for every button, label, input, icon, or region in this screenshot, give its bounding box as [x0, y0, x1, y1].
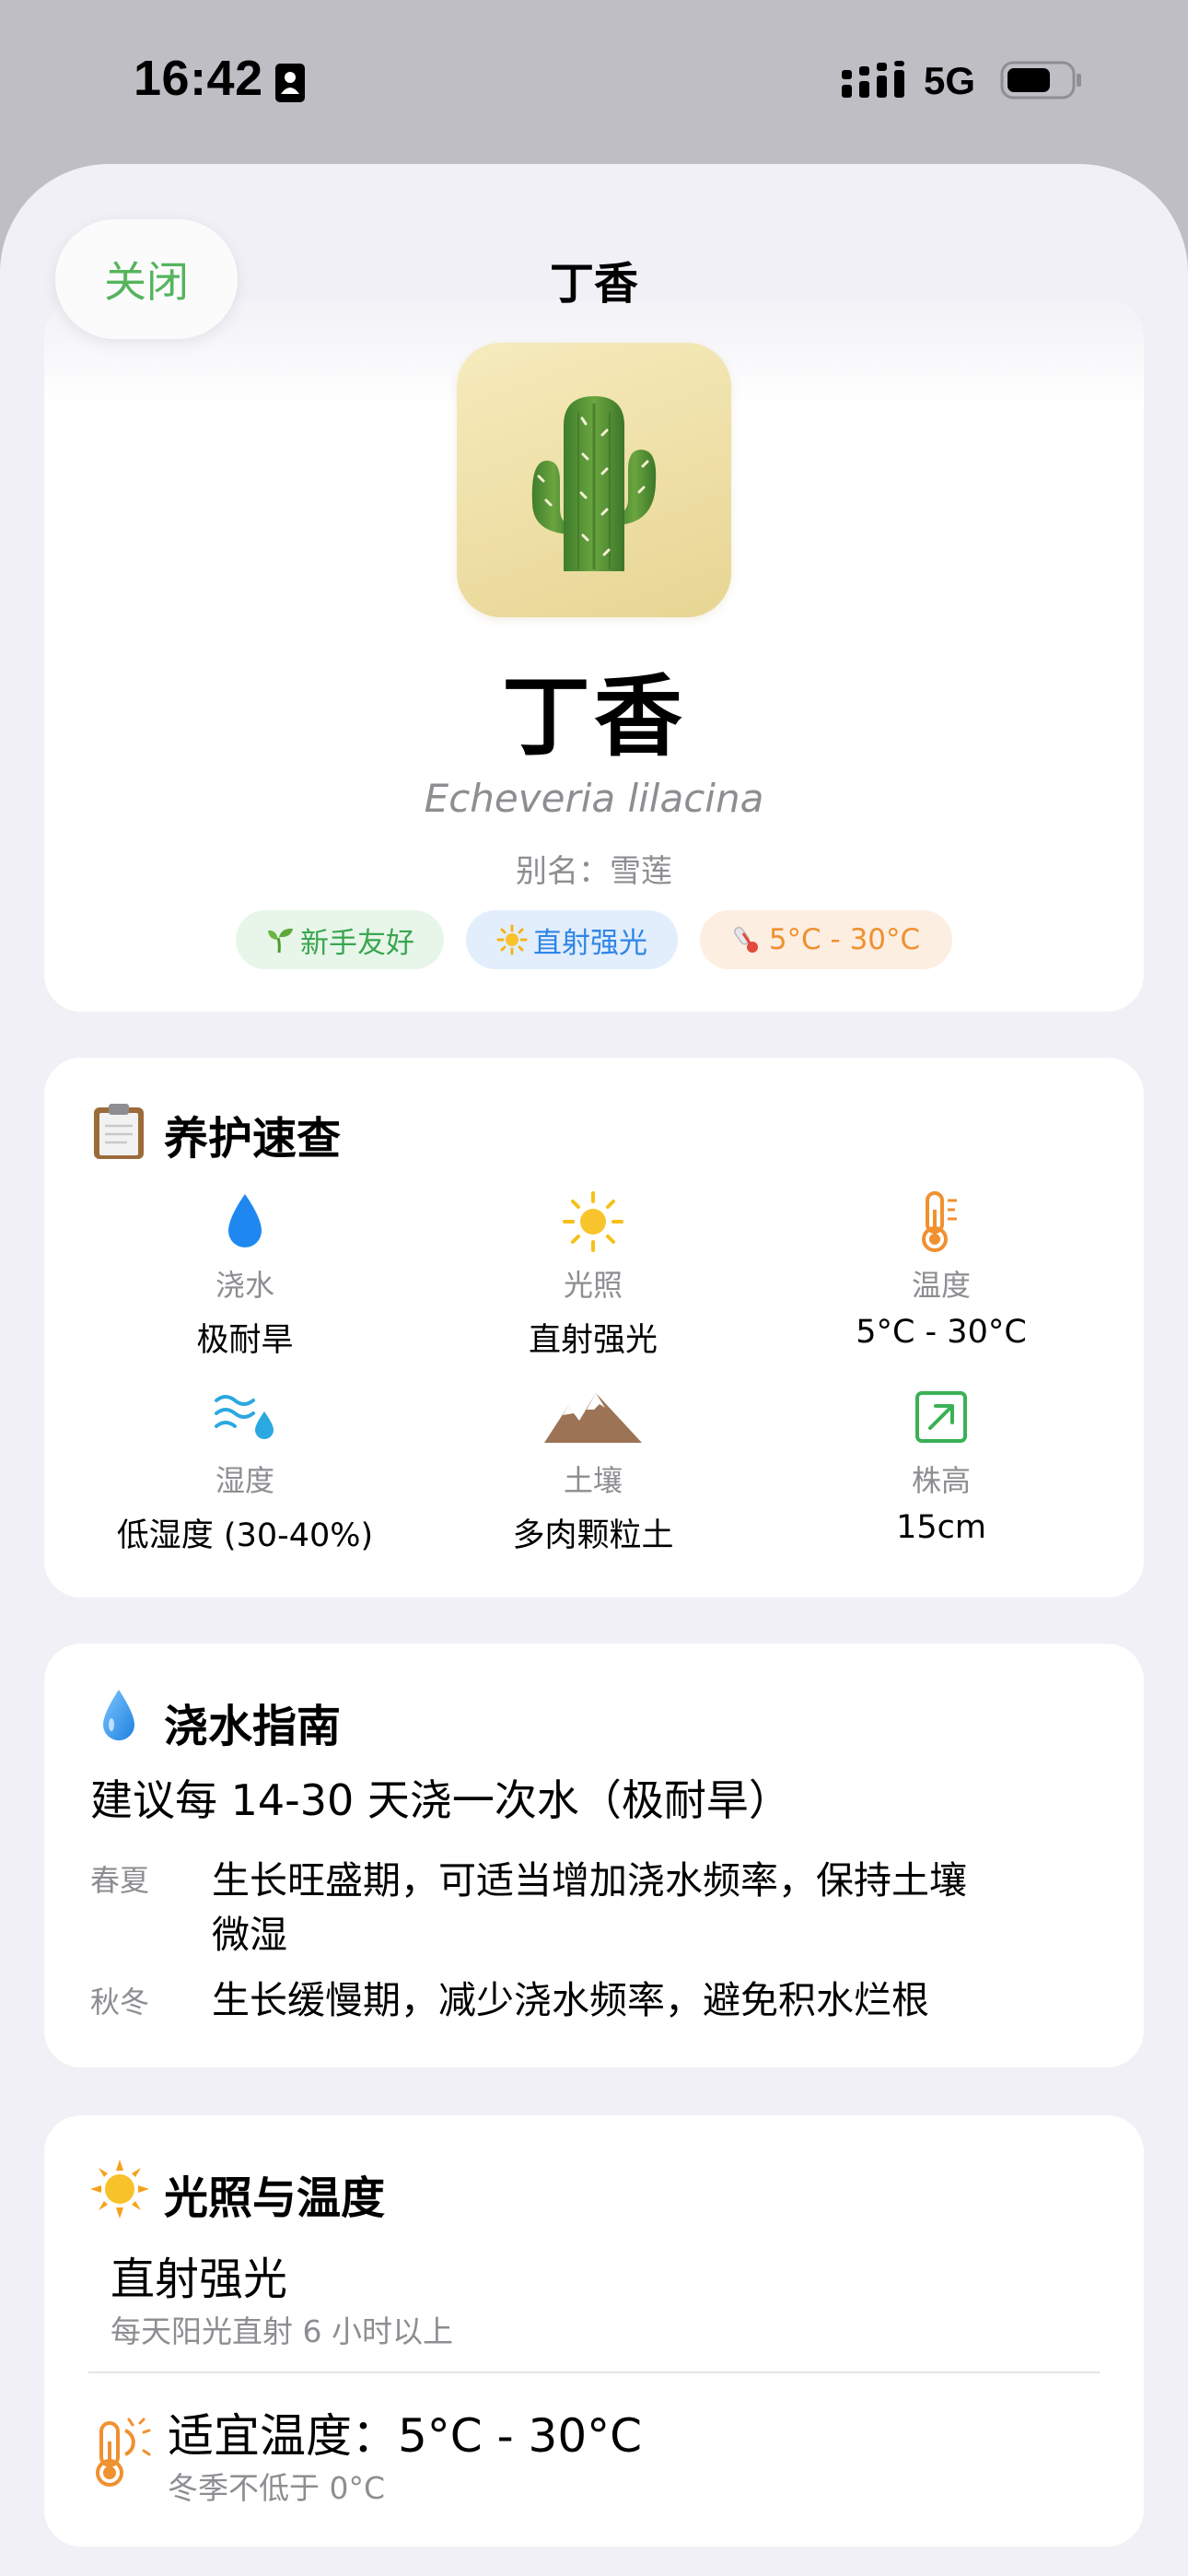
height-arrow-icon [915, 1391, 967, 1443]
tag-temperature-range: 5°C - 30°C [700, 910, 952, 969]
care-item-watering: 浇水 极耐旱 [70, 1188, 420, 1361]
care-item-soil: 土壤 多肉颗粒土 [418, 1384, 768, 1556]
care-item-value: 15cm [896, 1509, 986, 1546]
watering-guide-title: 浇水指南 [164, 1701, 342, 1752]
tag-direct-sun: 直射强光 [466, 910, 678, 969]
thermometer-icon [922, 1191, 957, 1252]
season-text-spring-summer: 生长旺盛期，可适当增加浇水频率，保持土壤微湿 [212, 1858, 967, 1957]
seedling-icon [265, 925, 295, 954]
tag-label: 直射强光 [533, 926, 647, 960]
plant-avatar [457, 343, 731, 617]
care-quick-title: 养护速查 [164, 1113, 342, 1165]
care-item-label: 光照 [563, 1268, 623, 1303]
divider [88, 2371, 1100, 2373]
care-item-value: 直射强光 [528, 1322, 658, 1359]
care-item-value: 5°C - 30°C [856, 1314, 1027, 1351]
winter-temperature-note: 冬季不低于 0°C [168, 2470, 386, 2506]
mountain-icon [544, 1393, 642, 1443]
water-drop-icon [103, 1690, 134, 1740]
care-item-value: 多肉颗粒土 [512, 1517, 674, 1554]
tag-label: 新手友好 [300, 926, 414, 960]
care-item-humidity: 湿度 低湿度 (30-40%) [70, 1384, 420, 1556]
sun-icon [496, 924, 528, 955]
plant-name: 丁香 [502, 665, 686, 768]
status-time: 16:42 [134, 51, 263, 106]
care-item-height: 株高 15cm [766, 1384, 1116, 1546]
latin-name: Echeveria lilacina [424, 776, 764, 821]
care-item-value: 低湿度 (30-40%) [116, 1517, 374, 1554]
tag-label: 5°C - 30°C [768, 923, 921, 956]
sun-icon [90, 2160, 149, 2219]
tag-beginner-friendly: 新手友好 [236, 910, 444, 969]
season-text-autumn-winter: 生长缓慢期，减少浇水频率，避免积水烂根 [212, 1978, 929, 2022]
thermometer-sun-icon [96, 2418, 151, 2487]
suitable-temperature: 适宜温度：5°C - 30°C [168, 2409, 643, 2463]
light-level: 直射强光 [111, 2254, 288, 2305]
id-card-icon [275, 64, 305, 102]
water-drop-icon [228, 1194, 262, 1247]
clipboard-icon [94, 1104, 144, 1159]
light-temperature-title: 光照与温度 [164, 2172, 386, 2224]
cactus-icon [531, 396, 657, 571]
battery-icon [1000, 61, 1081, 100]
network-type: 5G [924, 59, 976, 102]
thermometer-icon [732, 924, 763, 955]
cellular-signal-icon [842, 61, 904, 98]
light-detail: 每天阳光直射 6 小时以上 [111, 2313, 453, 2349]
care-item-light: 光照 直射强光 [418, 1188, 768, 1361]
care-item-label: 土壤 [563, 1463, 623, 1498]
care-item-label: 浇水 [215, 1268, 274, 1303]
status-bar: 16:42 5G [0, 0, 1188, 161]
close-button[interactable]: 关闭 [55, 219, 238, 339]
care-item-temperature: 温度 5°C - 30°C [766, 1188, 1116, 1351]
plant-alias: 别名：雪莲 [516, 853, 672, 890]
care-item-label: 株高 [911, 1463, 971, 1498]
season-label-autumn-winter: 秋冬 [90, 1985, 150, 2020]
season-label-spring-summer: 春夏 [90, 1863, 150, 1898]
sun-icon [563, 1191, 623, 1252]
care-item-value: 极耐旱 [196, 1322, 294, 1359]
watering-summary: 建议每 14-30 天浇一次水（极耐旱） [90, 1775, 791, 1825]
care-item-label: 温度 [911, 1268, 971, 1303]
care-item-label: 湿度 [215, 1463, 274, 1498]
humidity-icon [215, 1395, 274, 1439]
